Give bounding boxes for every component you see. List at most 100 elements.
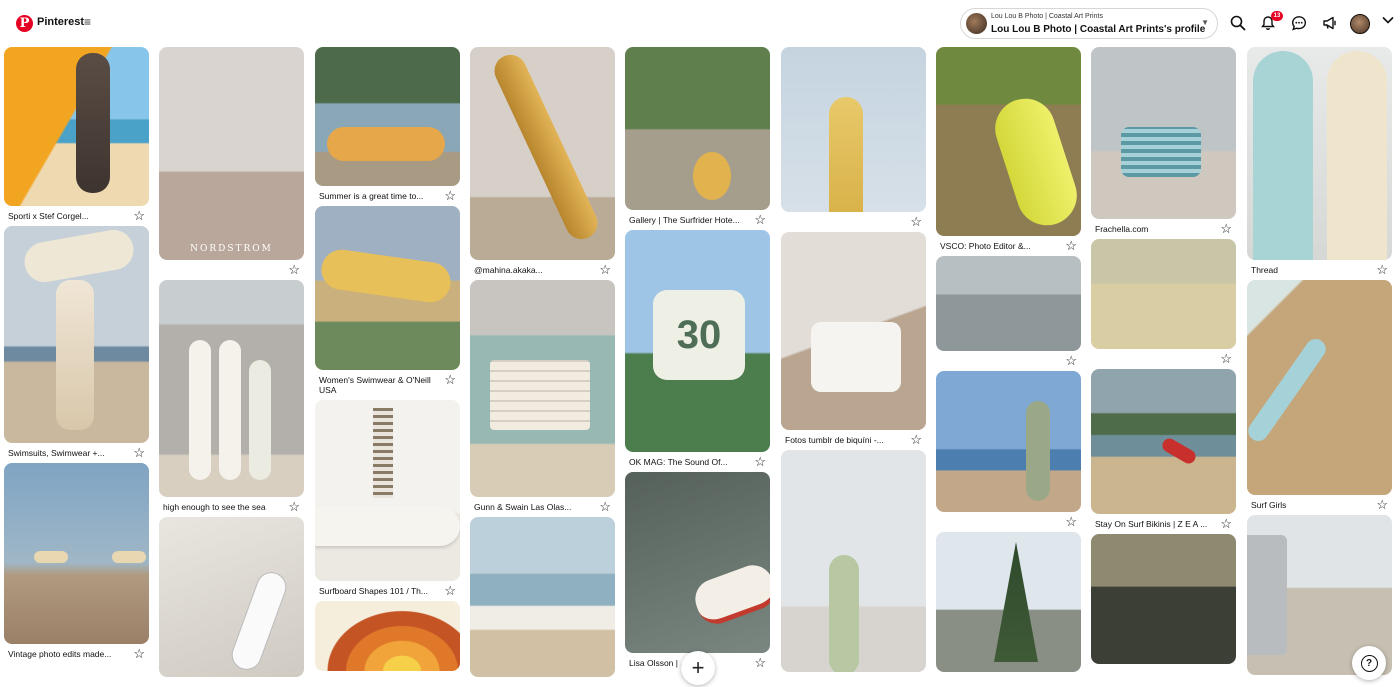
pin-title[interactable]: Surf Girls xyxy=(1251,500,1366,510)
pin-image[interactable] xyxy=(159,280,304,497)
chevron-down-icon[interactable]: ▼ xyxy=(1201,18,1209,27)
pin-image[interactable] xyxy=(1091,369,1236,514)
pin-card[interactable]: ☆ xyxy=(781,47,926,232)
pin-image[interactable] xyxy=(315,47,460,186)
pin-image[interactable] xyxy=(470,47,615,260)
brand-name[interactable]: Pinterest xyxy=(37,16,84,28)
pin-card[interactable]: Fotos tumblr de biquíni -... ☆ xyxy=(781,232,926,450)
pin-image[interactable] xyxy=(315,400,460,581)
pin-image[interactable] xyxy=(4,226,149,443)
star-icon[interactable]: ☆ xyxy=(599,499,611,515)
star-icon[interactable]: ☆ xyxy=(1065,238,1077,254)
star-icon[interactable]: ☆ xyxy=(1220,351,1232,367)
star-icon[interactable]: ☆ xyxy=(910,214,922,230)
pin-card[interactable]: Surf Girls ☆ xyxy=(1247,280,1392,515)
pin-image[interactable] xyxy=(781,450,926,672)
star-icon[interactable]: ☆ xyxy=(444,583,456,599)
pin-card[interactable]: Women's Swimwear & O'Neill USA ☆ xyxy=(315,206,460,400)
star-icon[interactable]: ☆ xyxy=(754,655,766,671)
pin-image[interactable] xyxy=(625,472,770,653)
pin-title[interactable]: Women's Swimwear & O'Neill USA xyxy=(319,375,434,395)
user-avatar[interactable] xyxy=(1350,14,1370,34)
pin-image[interactable] xyxy=(315,206,460,370)
pin-image[interactable] xyxy=(625,47,770,210)
pin-card[interactable]: Sporti x Stef Corgel... ☆ xyxy=(4,47,149,226)
pin-card[interactable]: Swimsuits, Swimwear +... ☆ xyxy=(4,226,149,463)
pin-card[interactable]: Vintage photo edits made... ☆ xyxy=(4,463,149,664)
star-icon[interactable]: ☆ xyxy=(1220,516,1232,532)
pin-image[interactable] xyxy=(781,232,926,430)
hamburger-icon[interactable]: ≡ xyxy=(84,15,91,29)
pin-title[interactable]: Gunn & Swain Las Olas... xyxy=(474,502,589,512)
plus-icon[interactable]: + xyxy=(681,651,715,685)
pin-card[interactable]: ☆ xyxy=(936,371,1081,532)
pin-title[interactable]: @mahina.akaka... xyxy=(474,265,589,275)
messages-icon[interactable] xyxy=(1288,12,1310,34)
megaphone-icon[interactable] xyxy=(1319,12,1341,34)
star-icon[interactable]: ☆ xyxy=(133,208,145,224)
pin-card[interactable]: ☆ xyxy=(1091,239,1236,369)
pin-card[interactable]: VSCO: Photo Editor &... ☆ xyxy=(936,47,1081,256)
star-icon[interactable]: ☆ xyxy=(1376,262,1388,278)
help-icon[interactable]: ? xyxy=(1352,646,1386,680)
pin-image[interactable] xyxy=(4,463,149,644)
star-icon[interactable]: ☆ xyxy=(1220,221,1232,237)
star-icon[interactable]: ☆ xyxy=(133,646,145,662)
pin-image[interactable] xyxy=(1247,280,1392,495)
star-icon[interactable]: ☆ xyxy=(444,188,456,204)
profile-switcher[interactable]: Lou Lou B Photo | Coastal Art Prints Lou… xyxy=(960,8,1218,39)
pin-title[interactable]: Summer is a great time to... xyxy=(319,191,434,201)
pin-card[interactable]: 30 OK MAG: The Sound Of... ☆ xyxy=(625,230,770,472)
pin-image[interactable] xyxy=(159,517,304,677)
pin-title[interactable]: OK MAG: The Sound Of... xyxy=(629,457,744,467)
pin-card[interactable] xyxy=(781,450,926,672)
pin-title[interactable]: Stay On Surf Bikinis | Z E A ... xyxy=(1095,519,1210,529)
pin-image[interactable] xyxy=(470,280,615,497)
pin-card[interactable] xyxy=(936,532,1081,672)
search-icon[interactable] xyxy=(1227,12,1249,34)
pin-image[interactable] xyxy=(315,601,460,671)
pin-title[interactable]: Thread xyxy=(1251,265,1366,275)
pin-title[interactable]: Sporti x Stef Corgel... xyxy=(8,211,123,221)
star-icon[interactable]: ☆ xyxy=(1065,353,1077,369)
pin-image[interactable] xyxy=(4,47,149,206)
pin-title[interactable]: Surfboard Shapes 101 / Th... xyxy=(319,586,434,596)
pin-card[interactable]: Thread ☆ xyxy=(1247,47,1392,280)
pin-card[interactable]: Frachella.com ☆ xyxy=(1091,47,1236,239)
pin-image[interactable] xyxy=(936,371,1081,512)
pin-card[interactable] xyxy=(470,517,615,677)
pin-card[interactable]: NORDSTROM ☆ xyxy=(159,47,304,280)
star-icon[interactable]: ☆ xyxy=(1065,514,1077,530)
star-icon[interactable]: ☆ xyxy=(288,262,300,278)
star-icon[interactable]: ☆ xyxy=(754,454,766,470)
pin-image[interactable] xyxy=(936,47,1081,236)
pin-card[interactable]: ☆ xyxy=(936,256,1081,371)
pin-card[interactable]: Summer is a great time to... ☆ xyxy=(315,47,460,206)
pin-card[interactable]: Lisa Olsson | ...an ☆ xyxy=(625,472,770,673)
star-icon[interactable]: ☆ xyxy=(444,372,456,388)
star-icon[interactable]: ☆ xyxy=(288,499,300,515)
pin-card[interactable]: @mahina.akaka... ☆ xyxy=(470,47,615,280)
pin-image[interactable] xyxy=(470,517,615,677)
pin-image[interactable] xyxy=(1091,239,1236,349)
pin-card[interactable] xyxy=(159,517,304,677)
pin-title[interactable]: Fotos tumblr de biquíni -... xyxy=(785,435,900,445)
pin-title[interactable]: Vintage photo edits made... xyxy=(8,649,123,659)
pin-title[interactable]: high enough to see the sea xyxy=(163,502,278,512)
pin-image[interactable] xyxy=(1091,534,1236,664)
pinterest-logo-icon[interactable]: P xyxy=(16,15,33,32)
chevron-down-icon[interactable] xyxy=(1382,14,1394,28)
pin-title[interactable]: VSCO: Photo Editor &... xyxy=(940,241,1055,251)
pin-card[interactable]: high enough to see the sea ☆ xyxy=(159,280,304,517)
pin-card[interactable]: Stay On Surf Bikinis | Z E A ... ☆ xyxy=(1091,369,1236,534)
pin-image[interactable] xyxy=(1247,47,1392,260)
pin-card[interactable] xyxy=(1091,534,1236,664)
pin-image[interactable]: NORDSTROM xyxy=(159,47,304,260)
star-icon[interactable]: ☆ xyxy=(599,262,611,278)
pin-image[interactable] xyxy=(1091,47,1236,219)
pin-image[interactable] xyxy=(936,256,1081,351)
pin-title[interactable]: Swimsuits, Swimwear +... xyxy=(8,448,123,458)
pin-image[interactable]: 30 xyxy=(625,230,770,452)
pin-image[interactable] xyxy=(936,532,1081,672)
star-icon[interactable]: ☆ xyxy=(1376,497,1388,513)
